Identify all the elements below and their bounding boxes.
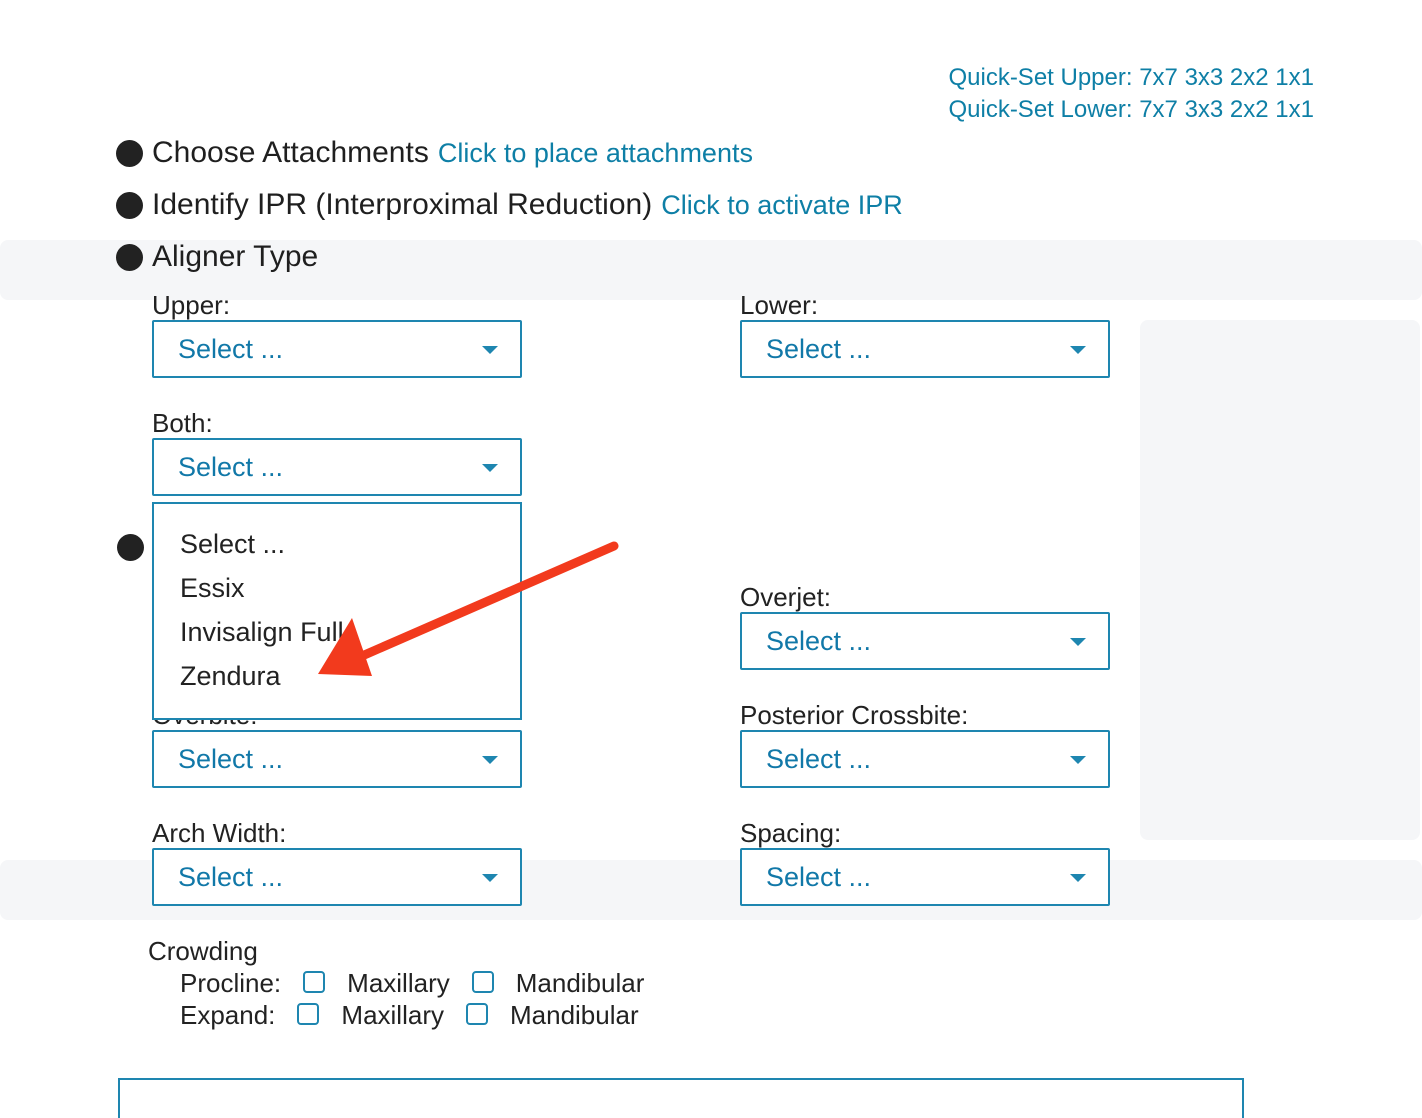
chevron-down-icon: [482, 756, 498, 764]
lower-select[interactable]: Select ...: [740, 320, 1110, 378]
bullet-icon: [116, 243, 143, 271]
crowding-expand-row: Expand: Maxillary Mandibular: [180, 1000, 639, 1031]
expand-mandibular-label: Mandibular: [509, 1000, 639, 1030]
procline-mandibular-label: Mandibular: [515, 968, 645, 998]
bullet-icon: [116, 191, 143, 219]
lower-select-value: Select ...: [766, 333, 872, 364]
arch-width-select-value: Select ...: [178, 861, 284, 892]
expand-label: Expand:: [180, 1000, 276, 1030]
lower-label: Lower:: [740, 290, 819, 320]
procline-mandibular-checkbox[interactable]: [471, 971, 494, 994]
chevron-down-icon: [482, 874, 498, 882]
aligner-both-dropdown-list: Select ... Essix Invisalign Full Zendura: [152, 502, 522, 720]
ipr-title: Identify IPR (Interproximal Reduction): [152, 188, 653, 221]
spacing-select[interactable]: Select ...: [740, 848, 1110, 906]
posterior-crossbite-select-value: Select ...: [766, 743, 872, 774]
aligner-row: Aligner Type: [116, 240, 318, 274]
chevron-down-icon: [1070, 346, 1086, 354]
upper-label: Upper:: [152, 290, 231, 320]
chevron-down-icon: [1070, 756, 1086, 764]
posterior-crossbite-select[interactable]: Select ...: [740, 730, 1110, 788]
aligner-title: Aligner Type: [152, 240, 319, 273]
dropdown-option[interactable]: Invisalign Full: [154, 610, 520, 654]
posterior-crossbite-label: Posterior Crossbite:: [740, 700, 969, 730]
attachments-title: Choose Attachments: [152, 136, 429, 169]
both-select-value: Select ...: [178, 451, 284, 482]
dropdown-option[interactable]: Zendura: [154, 654, 520, 698]
quickset-lower-link[interactable]: Quick-Set Lower: 7x7 3x3 2x2 1x1: [948, 96, 1314, 124]
crowding-title: Crowding: [148, 936, 258, 966]
dropdown-option[interactable]: Select ...: [154, 522, 520, 566]
procline-maxillary-checkbox[interactable]: [303, 971, 326, 994]
expand-maxillary-label: Maxillary: [341, 1000, 444, 1030]
overbite-select[interactable]: Select ...: [152, 730, 522, 788]
crowding-procline-row: Procline: Maxillary Mandibular: [180, 968, 644, 999]
overjet-label: Overjet:: [740, 582, 832, 612]
chevron-down-icon: [1070, 638, 1086, 646]
quickset-upper-link[interactable]: Quick-Set Upper: 7x7 3x3 2x2 1x1: [948, 64, 1314, 92]
arch-width-label: Arch Width:: [152, 818, 287, 848]
chevron-down-icon: [1070, 874, 1086, 882]
chevron-down-icon: [482, 346, 498, 354]
attachments-row: Choose Attachments Click to place attach…: [116, 136, 753, 170]
both-select[interactable]: Select ...: [152, 438, 522, 496]
procline-maxillary-label: Maxillary: [347, 968, 450, 998]
attachments-link[interactable]: Click to place attachments: [438, 138, 753, 169]
dropdown-option[interactable]: Essix: [154, 566, 520, 610]
both-label: Both:: [152, 408, 213, 438]
spacing-select-value: Select ...: [766, 861, 872, 892]
upper-select[interactable]: Select ...: [152, 320, 522, 378]
expand-mandibular-checkbox[interactable]: [465, 1003, 488, 1026]
upper-select-value: Select ...: [178, 333, 284, 364]
expand-maxillary-checkbox[interactable]: [297, 1003, 320, 1026]
chevron-down-icon: [482, 464, 498, 472]
bullet-icon: [117, 534, 144, 561]
overjet-select[interactable]: Select ...: [740, 612, 1110, 670]
procline-label: Procline:: [180, 968, 282, 998]
ipr-link[interactable]: Click to activate IPR: [661, 190, 903, 221]
ipr-row: Identify IPR (Interproximal Reduction) C…: [116, 188, 903, 222]
spacing-label: Spacing:: [740, 818, 842, 848]
overjet-select-value: Select ...: [766, 625, 872, 656]
bullet-icon: [116, 139, 143, 167]
arch-width-select[interactable]: Select ...: [152, 848, 522, 906]
overbite-select-value: Select ...: [178, 743, 284, 774]
bottom-panel: [118, 1078, 1244, 1118]
